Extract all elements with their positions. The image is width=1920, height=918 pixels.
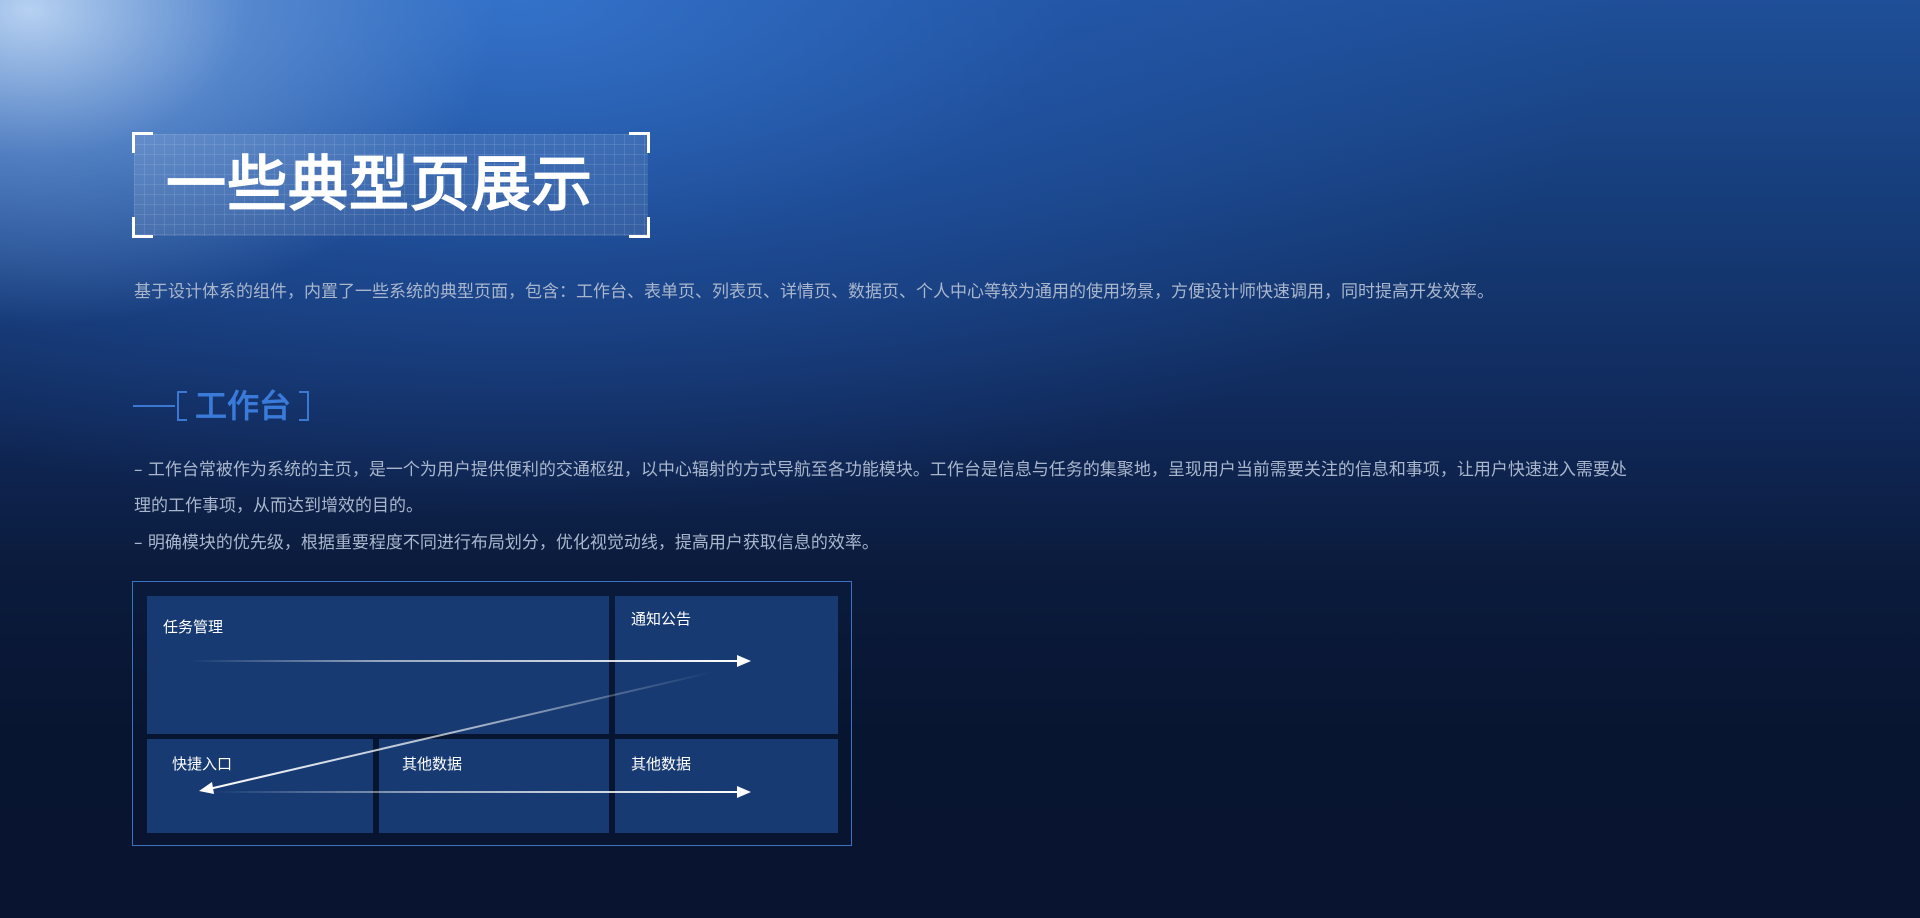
corner-bracket-top-right xyxy=(629,132,650,153)
cell-label-task-management: 任务管理 xyxy=(163,618,224,636)
intro-text: 基于设计体系的组件，内置了一些系统的典型页面，包含：工作台、表单页、列表页、详情… xyxy=(134,282,1494,302)
cell-label-other-data-2: 其他数据 xyxy=(631,755,692,773)
cell-task-management: 任务管理 xyxy=(147,596,609,734)
section-description-line-2: 理的工作事项，从而达到增效的目的。 xyxy=(134,496,423,516)
heading-bracket-right xyxy=(299,391,310,421)
corner-bracket-top-left xyxy=(132,132,153,153)
page: 一些典型页展示 基于设计体系的组件，内置了一些系统的典型页面，包含：工作台、表单… xyxy=(0,0,1920,918)
workbench-layout-diagram: 任务管理 通知公告 快捷入口 其他数据 其他数据 xyxy=(132,581,852,846)
corner-bracket-bottom-right xyxy=(629,217,650,238)
cell-label-other-data-1: 其他数据 xyxy=(402,755,463,773)
cell-notice: 通知公告 xyxy=(615,596,838,734)
cell-other-data-2: 其他数据 xyxy=(615,739,838,833)
section-description-line-1: – 工作台常被作为系统的主页，是一个为用户提供便利的交通枢纽，以中心辐射的方式导… xyxy=(134,460,1627,480)
cell-quick-entry: 快捷入口 xyxy=(147,739,373,833)
cell-label-notice: 通知公告 xyxy=(631,610,692,628)
section-heading: 工作台 xyxy=(133,384,310,428)
page-title: 一些典型页展示 xyxy=(166,150,593,220)
section-description-line-3: – 明确模块的优先级，根据重要程度不同进行布局划分，优化视觉动线，提高用户获取信… xyxy=(134,533,879,553)
title-box: 一些典型页展示 xyxy=(132,132,650,238)
heading-line xyxy=(133,405,175,407)
section-title: 工作台 xyxy=(195,387,292,425)
heading-bracket-left xyxy=(177,391,187,421)
cell-label-quick-entry: 快捷入口 xyxy=(172,755,233,773)
corner-bracket-bottom-left xyxy=(132,217,153,238)
cell-other-data-1: 其他数据 xyxy=(379,739,609,833)
